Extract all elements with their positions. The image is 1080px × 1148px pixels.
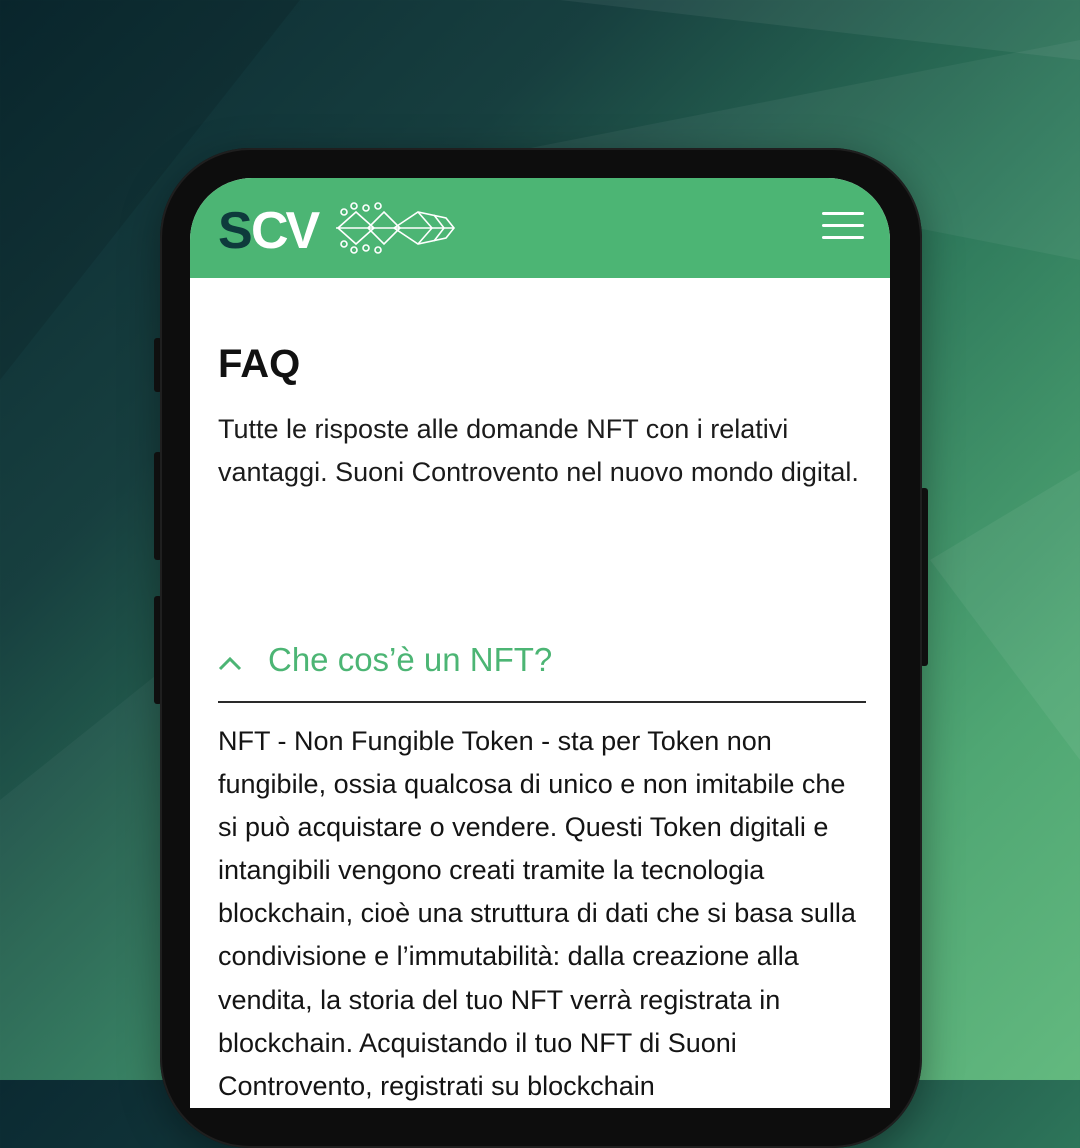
phone-screen: S CV FAQ Tutte le risposte alle domande … <box>190 178 890 1108</box>
hamburger-menu-icon[interactable] <box>818 212 864 242</box>
svg-text:CV: CV <box>251 202 321 258</box>
faq-question-text: Che cos’è un NFT? <box>268 641 553 678</box>
page-title: FAQ <box>218 342 301 386</box>
scv-logo[interactable]: S CV <box>218 200 458 258</box>
site-header: S CV <box>190 178 890 278</box>
svg-text:S: S <box>218 202 251 258</box>
faq-divider <box>218 701 866 703</box>
chevron-up-icon <box>218 656 242 671</box>
faq-answer-text: NFT - Non Fungible Token - sta per Token… <box>218 726 856 1101</box>
faq-question-toggle[interactable]: Che cos’è un NFT? <box>218 638 866 702</box>
page-intro: Tutte le risposte alle domande NFT con i… <box>218 414 859 487</box>
